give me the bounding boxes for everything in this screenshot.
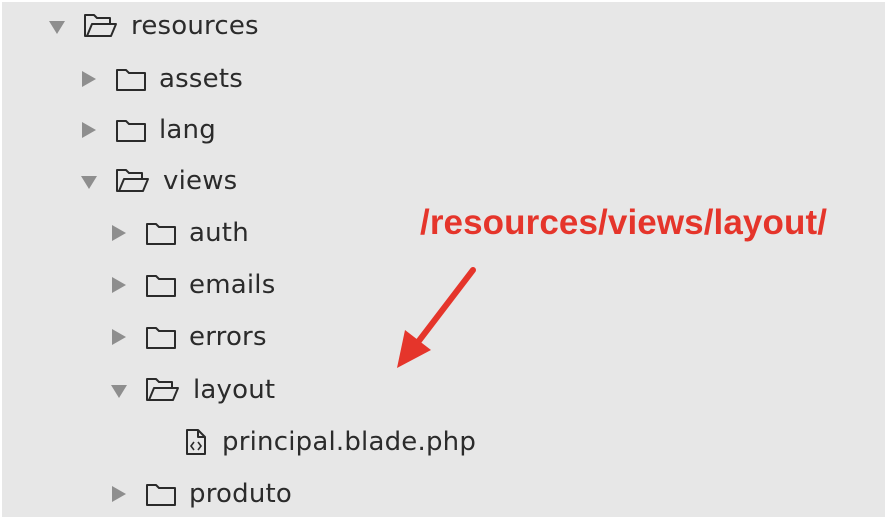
tree-item-produto[interactable]: produto (111, 470, 292, 518)
tree-item-label: lang (159, 115, 216, 145)
tree-item-label: auth (189, 218, 249, 248)
tree-item-label: layout (193, 375, 276, 405)
tree-item-label: views (163, 166, 238, 196)
tree-item-emails[interactable]: emails (111, 261, 275, 309)
tree-item-lang[interactable]: lang (81, 106, 216, 154)
tree-item-label: resources (131, 11, 259, 41)
folder-icon (115, 66, 147, 92)
file-tree-panel: resources assets lang views auth emails … (2, 2, 885, 517)
tree-item-principal-blade-php[interactable]: principal.blade.php (184, 418, 476, 466)
code-file-icon (184, 428, 208, 456)
folder-icon (145, 481, 177, 507)
disclosure-collapsed-icon[interactable] (82, 71, 96, 87)
folder-icon (115, 117, 147, 143)
annotation-arrow-icon (397, 267, 476, 368)
folder-icon (145, 272, 177, 298)
tree-item-assets[interactable]: assets (81, 55, 243, 103)
folder-icon (145, 220, 177, 246)
tree-item-errors[interactable]: errors (111, 313, 267, 361)
disclosure-collapsed-icon[interactable] (112, 225, 126, 241)
tree-item-resources[interactable]: resources (49, 2, 259, 50)
disclosure-expanded-icon[interactable] (49, 21, 65, 34)
tree-item-label: produto (189, 479, 293, 509)
disclosure-expanded-icon[interactable] (81, 176, 97, 189)
tree-item-label: principal.blade.php (222, 427, 477, 457)
disclosure-collapsed-icon[interactable] (112, 277, 126, 293)
path-annotation: /resources/views/layout/ (420, 203, 828, 242)
file-tree: resources assets lang views auth emails … (2, 2, 885, 517)
tree-item-layout[interactable]: layout (111, 366, 275, 414)
tree-item-auth[interactable]: auth (111, 209, 249, 257)
folder-icon (145, 324, 177, 350)
tree-item-label: emails (189, 270, 276, 300)
disclosure-collapsed-icon[interactable] (82, 122, 96, 138)
tree-item-views[interactable]: views (81, 157, 237, 205)
disclosure-expanded-icon[interactable] (111, 385, 127, 398)
tree-item-label: errors (189, 322, 267, 352)
folder-open-icon (115, 168, 151, 194)
disclosure-collapsed-icon[interactable] (112, 329, 126, 345)
tree-item-label: assets (159, 64, 243, 94)
disclosure-collapsed-icon[interactable] (112, 486, 126, 502)
folder-open-icon (83, 13, 119, 39)
folder-open-icon (145, 377, 181, 403)
